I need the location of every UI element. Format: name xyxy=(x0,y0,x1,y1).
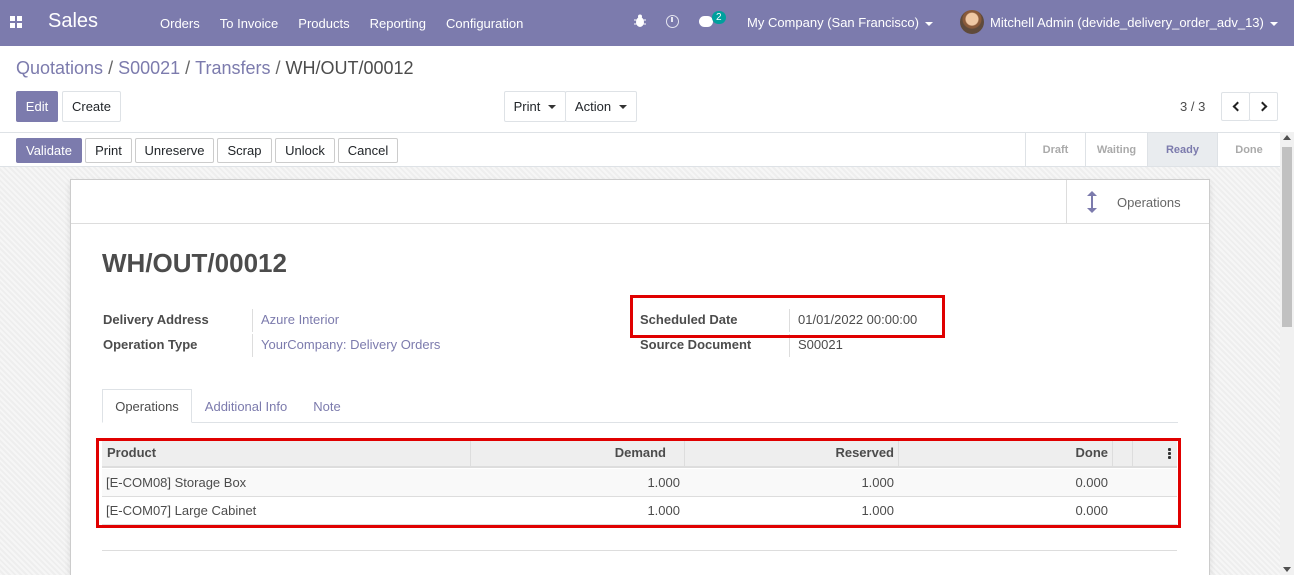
validate-button[interactable]: Validate xyxy=(16,138,82,163)
company-name: My Company (San Francisco) xyxy=(747,15,919,30)
action-dropdown[interactable]: Action xyxy=(565,91,637,122)
button-box: Operations xyxy=(71,180,1209,224)
print-dropdown-label: Print xyxy=(513,99,541,114)
field-separator xyxy=(252,334,253,357)
user-name: Mitchell Admin (devide_delivery_order_ad… xyxy=(990,15,1264,30)
chevron-right-icon xyxy=(1257,101,1267,112)
stage-waiting: Waiting xyxy=(1085,133,1147,166)
menu-item-products[interactable]: Products xyxy=(288,16,359,31)
activity-clock-icon[interactable] xyxy=(666,15,679,28)
apps-menu-icon[interactable] xyxy=(10,16,22,28)
print-button[interactable]: Print xyxy=(85,138,132,163)
unlock-button[interactable]: Unlock xyxy=(275,138,335,163)
app-name[interactable]: Sales xyxy=(48,10,98,33)
breadcrumb-current: WH/OUT/00012 xyxy=(285,58,414,78)
status-stages: Draft Waiting Ready Done xyxy=(1025,133,1280,166)
create-button[interactable]: Create xyxy=(62,91,121,122)
print-dropdown[interactable]: Print xyxy=(504,91,566,122)
notebook-tabs: Operations Additional Info Note xyxy=(102,389,1178,423)
scrollbar-thumb[interactable] xyxy=(1282,147,1292,327)
action-dropdown-label: Action xyxy=(574,99,612,114)
statusbar: Validate Print Unreserve Scrap Unlock Ca… xyxy=(0,132,1280,167)
stage-done: Done xyxy=(1217,133,1280,166)
chat-counter-badge: 2 xyxy=(712,11,726,24)
operations-smart-button[interactable]: Operations xyxy=(1066,180,1209,224)
caret-down-icon xyxy=(619,104,628,109)
caret-down-icon xyxy=(1269,21,1278,26)
operations-table-highlight-box xyxy=(96,438,1181,528)
record-title: WH/OUT/00012 xyxy=(102,248,287,278)
breadcrumb-quotations[interactable]: Quotations xyxy=(16,58,103,78)
delivery-address-value[interactable]: Azure Interior xyxy=(261,312,339,327)
bug-icon[interactable] xyxy=(634,14,646,28)
main-menu: Orders To Invoice Products Reporting Con… xyxy=(150,0,533,46)
table-footer-divider xyxy=(102,550,1177,551)
vertical-scrollbar[interactable] xyxy=(1280,132,1294,575)
caret-down-icon xyxy=(924,21,933,26)
edit-button[interactable]: Edit xyxy=(16,91,58,122)
menu-item-to-invoice[interactable]: To Invoice xyxy=(210,16,289,31)
delivery-address-label: Delivery Address xyxy=(103,312,209,327)
menu-item-configuration[interactable]: Configuration xyxy=(436,16,533,31)
unreserve-button[interactable]: Unreserve xyxy=(135,138,214,163)
menu-item-orders[interactable]: Orders xyxy=(150,16,210,31)
chat-icon[interactable] xyxy=(699,16,713,27)
stage-draft: Draft xyxy=(1025,133,1085,166)
breadcrumb-sale-order[interactable]: S00021 xyxy=(118,58,180,78)
source-document-label: Source Document xyxy=(640,337,752,352)
operation-type-value[interactable]: YourCompany: Delivery Orders xyxy=(261,337,440,352)
breadcrumb-transfers[interactable]: Transfers xyxy=(195,58,270,78)
source-document-value: S00021 xyxy=(798,337,843,352)
caret-down-icon xyxy=(548,104,557,109)
tab-operations[interactable]: Operations xyxy=(102,389,192,423)
scrap-button[interactable]: Scrap xyxy=(217,138,272,163)
pager-previous-button[interactable] xyxy=(1221,92,1250,121)
tab-additional-info[interactable]: Additional Info xyxy=(194,389,298,423)
company-switcher[interactable]: My Company (San Francisco) xyxy=(747,15,933,30)
scroll-down-arrow-icon[interactable] xyxy=(1283,567,1291,572)
menu-item-reporting[interactable]: Reporting xyxy=(360,16,436,31)
pager-value[interactable]: 3 / 3 xyxy=(1180,99,1205,114)
scheduled-date-highlight-box xyxy=(630,295,945,338)
arrows-up-down-icon xyxy=(1085,191,1099,213)
pager-next-button[interactable] xyxy=(1249,92,1278,121)
field-separator xyxy=(252,309,253,332)
tab-note[interactable]: Note xyxy=(300,389,354,423)
top-navbar: Sales Orders To Invoice Products Reporti… xyxy=(0,0,1294,46)
stage-ready: Ready xyxy=(1147,133,1217,166)
operation-type-label: Operation Type xyxy=(103,337,198,352)
user-avatar[interactable] xyxy=(960,10,984,34)
operations-smart-button-label: Operations xyxy=(1117,194,1181,210)
user-menu[interactable]: Mitchell Admin (devide_delivery_order_ad… xyxy=(990,15,1278,30)
breadcrumb: Quotations / S00021/Transfers / WH/OUT/00012 xyxy=(16,58,414,78)
chevron-left-icon xyxy=(1232,101,1242,112)
scroll-up-arrow-icon[interactable] xyxy=(1283,135,1291,140)
cancel-button[interactable]: Cancel xyxy=(338,138,398,163)
